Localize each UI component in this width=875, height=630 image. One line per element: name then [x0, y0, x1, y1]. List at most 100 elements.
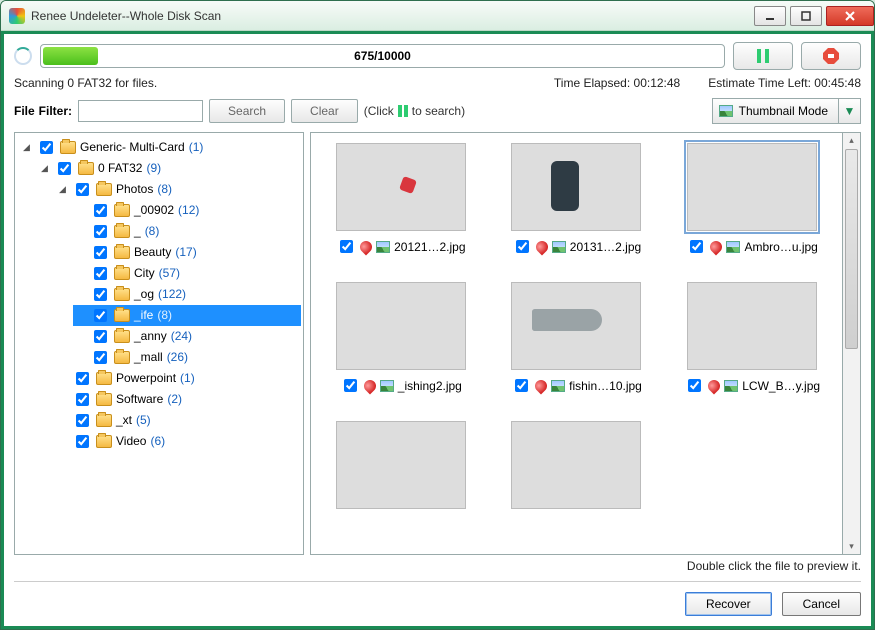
tree-folder[interactable]: City (57) [73, 263, 301, 284]
clear-button[interactable]: Clear [291, 99, 358, 123]
thumbnail-item[interactable] [317, 421, 485, 509]
tree-folder[interactable]: _og (122) [73, 284, 301, 305]
tree-folder[interactable]: _00902 (12) [73, 200, 301, 221]
leaf-spacer [75, 331, 86, 342]
thumbnail-item[interactable]: LCW_B…y.jpg [668, 282, 836, 395]
tree-checkbox[interactable] [94, 351, 107, 364]
thumbnail-checkbox[interactable] [688, 379, 701, 392]
tree-branch[interactable]: ◢0 FAT32 (9) [37, 158, 301, 179]
tree-checkbox[interactable] [94, 246, 107, 259]
tree-count: (57) [159, 263, 180, 284]
tree-folder[interactable]: Beauty (17) [73, 242, 301, 263]
tree-checkbox[interactable] [58, 162, 71, 175]
folder-icon [60, 141, 76, 154]
stop-icon [822, 47, 840, 65]
collapse-icon[interactable]: ◢ [39, 163, 50, 174]
thumbnail-checkbox[interactable] [344, 379, 357, 392]
collapse-icon[interactable]: ◢ [57, 184, 68, 195]
folder-icon [96, 393, 112, 406]
pause-button[interactable] [733, 42, 793, 70]
picture-icon [719, 105, 733, 117]
tree-folder[interactable]: _xt (5) [55, 410, 301, 431]
tree-checkbox[interactable] [76, 435, 89, 448]
image-type-icon [726, 241, 740, 253]
thumbnail-item[interactable]: fishin…10.jpg [493, 282, 661, 395]
tree-folder[interactable]: Powerpoint (1) [55, 368, 301, 389]
content-area: 675/10000 Scanning 0 FAT32 for files. Ti… [1, 31, 874, 629]
tree-label: Beauty [134, 242, 171, 263]
tree-checkbox[interactable] [76, 372, 89, 385]
thumbnail-item[interactable]: 20121…2.jpg [317, 143, 485, 256]
main-split: ◢Generic- Multi-Card (1)◢0 FAT32 (9)◢Pho… [14, 132, 861, 555]
tree-count: (122) [158, 284, 186, 305]
tree-folder[interactable]: _ (8) [73, 221, 301, 242]
leaf-spacer [57, 436, 68, 447]
tree-folder[interactable]: _ife (8) [73, 305, 301, 326]
leaf-spacer [57, 394, 68, 405]
cancel-button[interactable]: Cancel [782, 592, 861, 616]
tree-branch[interactable]: ◢Photos (8) [55, 179, 301, 200]
folder-tree[interactable]: ◢Generic- Multi-Card (1)◢0 FAT32 (9)◢Pho… [14, 132, 304, 555]
thumbnail-item[interactable] [493, 421, 661, 509]
tree-checkbox[interactable] [94, 267, 107, 280]
maximize-button[interactable] [790, 6, 822, 26]
elapsed-value: 00:12:48 [634, 76, 681, 90]
thumbnail-item[interactable]: Ambro…u.jpg [668, 143, 836, 256]
thumbnail-filename: fishin…10.jpg [569, 379, 642, 393]
folder-icon [114, 288, 130, 301]
tree-checkbox[interactable] [76, 393, 89, 406]
collapse-icon[interactable]: ◢ [21, 142, 32, 153]
leaf-spacer [57, 415, 68, 426]
leaf-spacer [75, 310, 86, 321]
tree-count: (1) [189, 137, 204, 158]
image-type-icon [552, 241, 566, 253]
tree-checkbox[interactable] [94, 288, 107, 301]
app-icon [9, 8, 25, 24]
thumbnail-image [336, 421, 466, 509]
minimize-button[interactable] [754, 6, 786, 26]
tree-folder[interactable]: Software (2) [55, 389, 301, 410]
tree-label: _anny [134, 326, 167, 347]
titlebar: Renee Undeleter--Whole Disk Scan [1, 1, 874, 31]
tree-checkbox[interactable] [40, 141, 53, 154]
folder-icon [114, 225, 130, 238]
window-title: Renee Undeleter--Whole Disk Scan [31, 9, 750, 23]
chevron-down-icon: ▼ [838, 99, 860, 123]
tree-count: (17) [175, 242, 196, 263]
thumbnail-mode-dropdown[interactable]: Thumbnail Mode ▼ [712, 98, 861, 124]
tree-folder[interactable]: _anny (24) [73, 326, 301, 347]
thumbnail-checkbox[interactable] [515, 379, 528, 392]
thumbnail-caption: Ambro…u.jpg [686, 237, 817, 256]
image-type-icon [376, 241, 390, 253]
thumbnail-mode-label: Thumbnail Mode [739, 104, 828, 118]
thumbnail-caption: 20131…2.jpg [512, 237, 641, 256]
tree-count: (6) [150, 431, 165, 452]
search-button[interactable]: Search [209, 99, 285, 123]
thumbnail-checkbox[interactable] [516, 240, 529, 253]
thumbnail-item[interactable]: 20131…2.jpg [493, 143, 661, 256]
folder-icon [96, 183, 112, 196]
tree-checkbox[interactable] [94, 225, 107, 238]
thumbnail-caption: LCW_B…y.jpg [684, 376, 820, 395]
tree-checkbox[interactable] [94, 204, 107, 217]
image-type-icon [380, 380, 394, 392]
thumbnail-checkbox[interactable] [340, 240, 353, 253]
scrollbar-thumb[interactable] [845, 149, 858, 349]
scrollbar[interactable] [843, 132, 861, 555]
recover-button[interactable]: Recover [685, 592, 772, 616]
close-button[interactable] [826, 6, 874, 26]
tree-folder[interactable]: Video (6) [55, 431, 301, 452]
thumbnail-item[interactable]: _ishing2.jpg [317, 282, 485, 395]
tree-count: (5) [136, 410, 151, 431]
tree-folder[interactable]: _mall (26) [73, 347, 301, 368]
thumbnail-grid[interactable]: 20121…2.jpg 20131…2.jpg Ambro…u.jpg _ishing… [310, 132, 843, 555]
tree-checkbox[interactable] [94, 330, 107, 343]
tree-checkbox[interactable] [94, 309, 107, 322]
thumbnail-checkbox[interactable] [690, 240, 703, 253]
tree-checkbox[interactable] [76, 183, 89, 196]
tree-branch[interactable]: ◢Generic- Multi-Card (1) [19, 137, 301, 158]
filter-hint: (Click to search) [364, 104, 465, 118]
filter-input[interactable] [78, 100, 203, 122]
stop-button[interactable] [801, 42, 861, 70]
tree-checkbox[interactable] [76, 414, 89, 427]
